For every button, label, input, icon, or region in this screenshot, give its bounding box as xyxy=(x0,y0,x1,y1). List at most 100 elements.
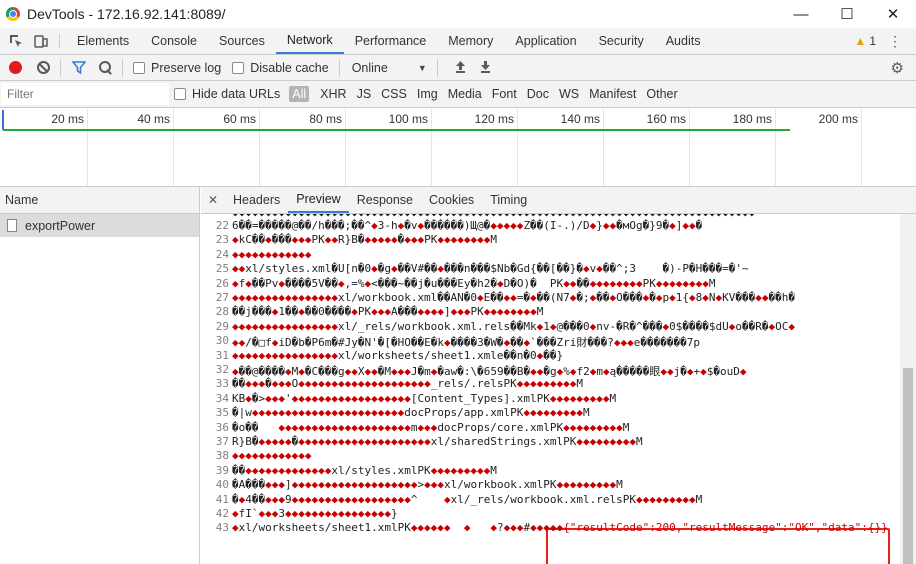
inspect-element-icon[interactable] xyxy=(3,28,28,54)
filter-input[interactable] xyxy=(1,83,169,105)
response-line: ◆◆◆◆◆◆◆◆◆◆◆◆ xyxy=(232,247,312,261)
tab-console[interactable]: Console xyxy=(140,28,208,54)
tab-security[interactable]: Security xyxy=(588,28,655,54)
minimize-button[interactable]: — xyxy=(778,0,824,28)
line-number: 28 xyxy=(215,305,229,319)
type-filter-img[interactable]: Img xyxy=(412,87,443,101)
response-preview[interactable]: ◆◆◆◆◆◆◆◆◆◆◆◆ ◆◆◆◆◆◆◆◆◆◆◆◆ ◆◆◆◆◆◆◆◆◆◆◆◆◆◆◆◆… xyxy=(201,214,900,564)
filter-icon[interactable] xyxy=(71,61,87,75)
timeline-start-marker xyxy=(2,110,4,130)
file-icon xyxy=(7,219,17,232)
device-toolbar-icon[interactable] xyxy=(28,28,53,54)
search-icon[interactable] xyxy=(99,61,112,74)
disable-cache-label: Disable cache xyxy=(250,60,329,75)
line-number: 36 xyxy=(215,420,229,434)
type-filter-media[interactable]: Media xyxy=(443,87,487,101)
hide-data-urls-checkbox[interactable]: Hide data URLs xyxy=(174,87,280,101)
type-filter-doc[interactable]: Doc xyxy=(522,87,554,101)
timeline-tick: 160 ms xyxy=(646,112,686,126)
timeline-tick: 180 ms xyxy=(732,112,772,126)
type-filter-ws[interactable]: WS xyxy=(554,87,584,101)
throttling-value: Online xyxy=(351,60,388,75)
filter-bar: Hide data URLs All XHR JS CSS Img Media … xyxy=(0,81,916,108)
close-window-button[interactable]: ✕ xyxy=(870,0,916,28)
line-number: 37 xyxy=(215,435,229,448)
timeline-tick: 100 ms xyxy=(388,112,428,126)
line-number: 24 xyxy=(215,247,229,261)
maximize-button[interactable]: ☐ xyxy=(824,0,870,28)
divider xyxy=(59,34,60,48)
tab-timing[interactable]: Timing xyxy=(482,187,535,213)
detail-tabbar: ✕ Headers Preview Response Cookies Timin… xyxy=(201,187,916,214)
type-filter-css[interactable]: CSS xyxy=(376,87,412,101)
warning-counter[interactable]: ▲ 1 xyxy=(854,28,876,54)
timeline-tick: 120 ms xyxy=(474,112,514,126)
timeline-tick: 200 ms xyxy=(818,112,858,126)
line-number: 33 xyxy=(215,377,229,391)
response-line: ◆f◆��Pv◆����5V��◆,=%◆<���~��j�u���Ey�h2�… xyxy=(232,276,716,290)
request-detail-panel: ✕ Headers Preview Response Cookies Timin… xyxy=(201,187,916,564)
tab-headers[interactable]: Headers xyxy=(225,187,288,213)
type-filter-manifest[interactable]: Manifest xyxy=(584,87,641,101)
name-column-header[interactable]: Name xyxy=(0,187,199,214)
tab-sources[interactable]: Sources xyxy=(208,28,276,54)
type-filter-js[interactable]: JS xyxy=(352,87,377,101)
response-line: R}B�◆◆◆◆◆�◆◆◆◆◆◆◆◆◆◆◆◆◆◆◆◆◆◆◆◆xl/sharedS… xyxy=(232,435,643,448)
scrollbar-thumb[interactable] xyxy=(903,368,913,564)
tab-memory[interactable]: Memory xyxy=(437,28,504,54)
timeline-waterfall-bar xyxy=(3,129,790,131)
response-line: 6��=�����@��/h���;��^◆3-h◆�v◆������)Щ@�◆… xyxy=(232,219,703,232)
tab-audits[interactable]: Audits xyxy=(655,28,712,54)
timeline-gridline xyxy=(861,108,862,186)
checkbox-box[interactable] xyxy=(174,88,186,100)
settings-gear-icon[interactable]: ⚙ xyxy=(891,59,904,77)
tab-cookies[interactable]: Cookies xyxy=(421,187,482,213)
tab-response[interactable]: Response xyxy=(349,187,421,213)
export-har-icon[interactable] xyxy=(480,60,491,76)
warning-count: 1 xyxy=(869,34,876,48)
record-icon[interactable] xyxy=(9,61,22,74)
checkbox-box[interactable] xyxy=(133,61,145,74)
checkbox-box[interactable] xyxy=(232,61,245,74)
throttling-select[interactable]: Online ▼ xyxy=(352,61,427,75)
line-number: 22 xyxy=(215,219,229,232)
line-number: 42 xyxy=(215,507,229,520)
divider xyxy=(122,58,123,77)
close-icon[interactable]: ✕ xyxy=(201,187,225,213)
resource-type-filters: All XHR JS CSS Img Media Font Doc WS Man… xyxy=(286,86,682,102)
clear-icon[interactable] xyxy=(37,61,50,74)
response-line: ◆xl/worksheets/sheet1.xmlPK◆◆◆◆◆◆ ◆ ◆?◆◆… xyxy=(232,521,888,535)
timeline-tick: 40 ms xyxy=(137,112,170,126)
response-line: ◆◆◆◆◆◆◆◆◆◆◆◆ xyxy=(232,449,312,463)
tab-network[interactable]: Network xyxy=(275,28,344,54)
line-number: 27 xyxy=(215,291,229,304)
window-titlebar: DevTools - 172.16.92.141:8089/ — ☐ ✕ xyxy=(0,0,916,28)
more-options-icon[interactable]: ⋮ xyxy=(888,28,902,54)
line-number: 39 xyxy=(215,463,229,477)
response-line: �◆4��◆◆◆9◆◆◆◆◆◆◆◆◆◆◆◆◆◆◆◆◆◆^ ◆xl/_rels/w… xyxy=(232,492,703,506)
timeline-tick: 60 ms xyxy=(223,112,256,126)
timeline-gridline xyxy=(775,108,776,186)
chrome-icon xyxy=(6,7,20,21)
response-line: ��◆◆◆◆◆◆◆◆◆◆◆◆◆xl/styles.xmlPK◆◆◆◆◆◆◆◆◆M xyxy=(232,463,497,477)
response-line: ◆◆◆◆◆◆◆◆◆◆◆◆◆◆◆◆xl/workbook.xml��AN�0◆E�… xyxy=(232,291,796,304)
tab-application[interactable]: Application xyxy=(504,28,587,54)
tab-preview[interactable]: Preview xyxy=(288,187,349,213)
type-filter-font[interactable]: Font xyxy=(487,87,522,101)
vertical-scrollbar[interactable] xyxy=(900,214,916,564)
type-filter-all[interactable]: All xyxy=(289,86,310,102)
preserve-log-checkbox[interactable]: Preserve log xyxy=(133,61,221,75)
import-har-icon[interactable] xyxy=(455,60,466,76)
response-line: ◆◆◆◆◆◆◆◆◆◆◆◆◆◆◆◆xl/_rels/workbook.xml.re… xyxy=(232,319,795,333)
divider xyxy=(60,58,61,77)
line-number: 32 xyxy=(215,363,229,376)
request-row[interactable]: exportPower xyxy=(0,214,199,237)
type-filter-xhr[interactable]: XHR xyxy=(315,87,351,101)
timeline-overview[interactable]: 20 ms 40 ms 60 ms 80 ms 100 ms 120 ms 14… xyxy=(0,108,916,187)
response-line: �|w◆◆◆◆◆◆◆◆◆◆◆◆◆◆◆◆◆◆◆◆◆◆◆docProps/app.x… xyxy=(232,406,590,420)
disable-cache-checkbox[interactable]: Disable cache xyxy=(232,61,329,75)
tab-elements[interactable]: Elements xyxy=(66,28,140,54)
tab-performance[interactable]: Performance xyxy=(344,28,438,54)
line-number: 25 xyxy=(215,262,229,276)
type-filter-other[interactable]: Other xyxy=(641,87,682,101)
